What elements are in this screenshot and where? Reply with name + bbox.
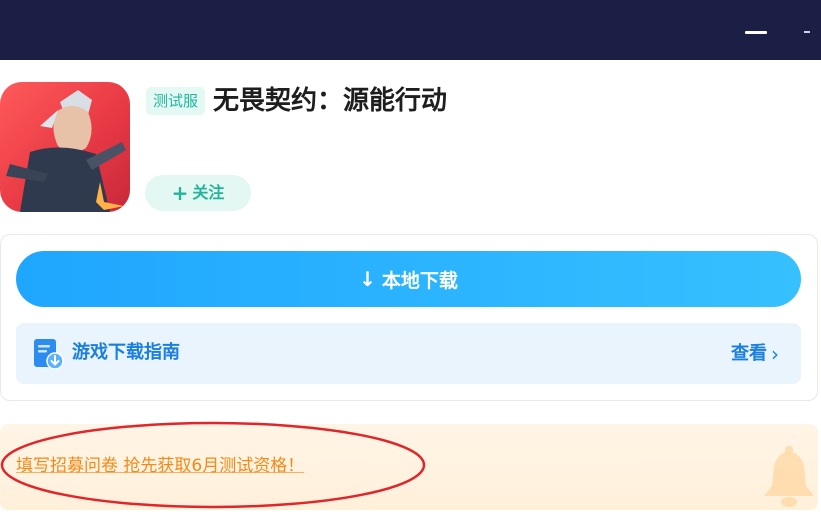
local-download-button[interactable]: ↓ 本地下载 [16,251,801,307]
download-guide-icon [32,337,64,371]
download-arrow-icon: ↓ [359,267,376,291]
chevron-right-icon: › [771,342,779,366]
annotation-ellipse [0,421,426,509]
test-server-badge: 测试服 [146,87,206,115]
download-label: 本地下载 [381,269,458,292]
app-title: 无畏契约：源能行动 [213,86,448,116]
follow-label: 关注 [192,183,225,202]
minimize-icon[interactable] [745,31,767,34]
follow-button[interactable]: + 关注 [145,175,251,211]
plus-icon: + [171,181,189,205]
view-guide-label: 查看 [731,343,767,364]
window-title-bar [0,0,821,60]
view-guide-link[interactable]: 查看 › [731,341,779,367]
bell-icon [760,446,818,510]
app-icon [0,82,130,212]
download-guide-label: 游戏下载指南 [72,342,180,363]
close-icon[interactable] [804,31,810,33]
